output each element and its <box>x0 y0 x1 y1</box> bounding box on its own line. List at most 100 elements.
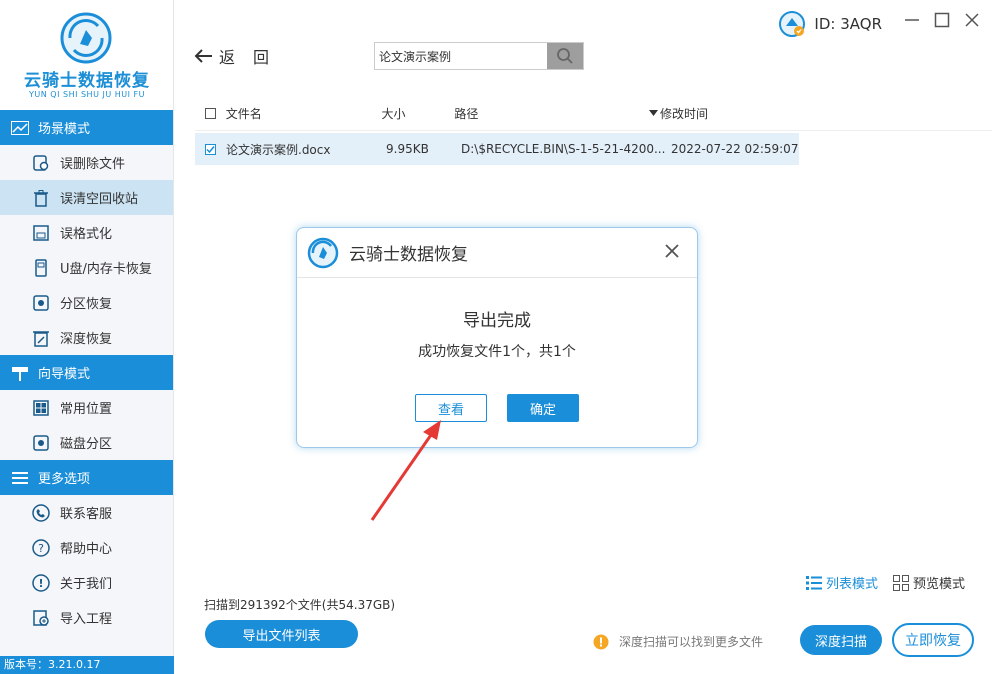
section-title: 更多选项 <box>38 472 91 487</box>
sidebar-item-label: 深度恢复 <box>60 332 113 347</box>
sidebar-item-support[interactable]: 联系客服 <box>0 495 173 530</box>
sidebar-item-label: 分区恢复 <box>60 297 113 312</box>
app-logo-icon <box>60 12 112 64</box>
header-path[interactable]: 路径 <box>454 105 649 122</box>
menu-icon <box>10 470 30 486</box>
header-time: 修改时间 <box>660 106 709 121</box>
warning-icon <box>593 634 609 649</box>
sidebar-item-help[interactable]: ? 帮助中心 <box>0 530 173 565</box>
hard-disk-icon <box>32 294 50 312</box>
close-icon[interactable] <box>964 12 980 28</box>
export-complete-dialog: 云骑士数据恢复 导出完成 成功恢复文件1个，共1个 查看 确定 <box>296 227 698 448</box>
grid-view-icon <box>893 574 909 591</box>
row-size: 9.95KB <box>386 142 429 156</box>
sidebar-item-about[interactable]: ! 关于我们 <box>0 565 173 600</box>
arrow-left-icon <box>194 49 212 63</box>
header-size[interactable]: 大小 <box>381 105 454 122</box>
section-more-options: 更多选项 <box>0 460 173 495</box>
back-button[interactable]: 返回 <box>193 44 287 68</box>
info-icon: ! <box>32 573 50 592</box>
dialog-message-detail: 成功恢复文件1个，共1个 <box>418 344 576 360</box>
header-name[interactable]: 文件名 <box>226 105 382 122</box>
maximize-icon[interactable] <box>934 12 950 28</box>
minimize-icon[interactable] <box>904 12 920 28</box>
disk-format-icon <box>32 224 50 242</box>
svg-text:?: ? <box>38 542 44 555</box>
header-time-sort[interactable]: 修改时间 <box>649 105 795 122</box>
signpost-icon <box>10 365 30 381</box>
preview-mode-label: 预览模式 <box>913 577 966 592</box>
list-view-icon <box>806 575 822 590</box>
sidebar-item-usb[interactable]: U盘/内存卡恢复 <box>0 250 173 285</box>
sort-down-icon <box>649 110 659 116</box>
dialog-header: 云骑士数据恢复 <box>297 228 697 278</box>
sidebar-item-label: 误删除文件 <box>60 157 126 172</box>
sidebar-item-label: U盘/内存卡恢复 <box>60 262 152 277</box>
close-icon[interactable] <box>663 242 681 260</box>
windows-icon <box>32 399 50 417</box>
sidebar-item-label: 常用位置 <box>60 402 113 417</box>
dialog-message-title: 导出完成 <box>463 311 531 331</box>
scan-summary: 扫描到291392个文件(共54.37GB) <box>204 598 396 612</box>
sidebar-item-deleted-files[interactable]: 误删除文件 <box>0 145 173 180</box>
sidebar-item-disk-partition[interactable]: 磁盘分区 <box>0 425 173 460</box>
row-time: 2022-07-22 02:59:07 <box>671 142 799 156</box>
sidebar-item-label: 误格式化 <box>60 227 113 242</box>
section-title: 场景模式 <box>38 122 91 137</box>
deep-scan-button[interactable]: 深度扫描 <box>800 625 882 655</box>
sidebar-item-partition[interactable]: 分区恢复 <box>0 285 173 320</box>
list-mode-label: 列表模式 <box>826 577 879 592</box>
search-input[interactable] <box>375 43 547 69</box>
usb-drive-icon <box>32 258 50 277</box>
view-button[interactable]: 查看 <box>415 394 487 422</box>
sidebar-item-label: 误清空回收站 <box>60 192 139 207</box>
sidebar-item-import[interactable]: 导入工程 <box>0 600 173 635</box>
sidebar-item-label: 磁盘分区 <box>60 437 113 452</box>
section-wizard-mode: 向导模式 <box>0 355 173 390</box>
recover-now-button[interactable]: 立即恢复 <box>892 623 974 657</box>
user-info[interactable]: ID: 3AQR <box>778 10 882 38</box>
dialog-buttons: 查看 确定 <box>297 394 697 422</box>
select-all-checkbox[interactable] <box>205 107 216 119</box>
table-row[interactable]: 论文演示案例.docx 9.95KB D:\$RECYCLE.BIN\S-1-5… <box>195 133 799 165</box>
sidebar-item-label: 关于我们 <box>60 577 113 592</box>
file-search-icon <box>32 154 50 172</box>
hint-text: 深度扫描可以找到更多文件 <box>619 635 764 649</box>
row-checkbox[interactable] <box>205 143 216 155</box>
app-subtitle: YUN QI SHI SHU JU HUI FU <box>29 90 145 99</box>
export-file-list-button[interactable]: 导出文件列表 <box>205 620 358 648</box>
preview-mode-toggle[interactable]: 预览模式 <box>893 573 965 592</box>
app-logo-icon <box>307 237 339 268</box>
sidebar-item-deep-recovery[interactable]: 深度恢复 <box>0 320 173 355</box>
chart-icon <box>10 120 30 136</box>
row-name: 论文演示案例.docx <box>226 142 331 157</box>
sidebar: 云骑士数据恢复 YUN QI SHI SHU JU HUI FU 场景模式 误删… <box>0 0 174 674</box>
dialog-title: 云骑士数据恢复 <box>349 245 468 265</box>
logo-area: 云骑士数据恢复 YUN QI SHI SHU JU HUI FU <box>0 0 173 110</box>
list-mode-toggle[interactable]: 列表模式 <box>806 573 878 592</box>
row-path: D:\$RECYCLE.BIN\S-1-5-21-4200... <box>461 142 666 156</box>
sidebar-item-format[interactable]: 误格式化 <box>0 215 173 250</box>
sidebar-item-recycle-bin[interactable]: 误清空回收站 <box>0 180 173 215</box>
deep-recover-icon <box>32 329 50 347</box>
app-title: 云骑士数据恢复 <box>24 71 150 91</box>
hard-disk-icon <box>32 434 50 452</box>
sidebar-item-common-locations[interactable]: 常用位置 <box>0 390 173 425</box>
import-icon <box>32 609 50 627</box>
sidebar-item-label: 联系客服 <box>60 507 113 522</box>
search-icon <box>557 48 573 64</box>
checkmark-icon <box>206 145 215 153</box>
question-icon: ? <box>32 538 50 557</box>
header-divider <box>195 130 992 131</box>
window-controls <box>904 12 980 28</box>
user-id: ID: 3AQR <box>814 15 882 33</box>
back-label: 返回 <box>219 48 288 67</box>
section-title: 向导模式 <box>38 367 91 382</box>
section-scene-mode: 场景模式 <box>0 110 173 145</box>
search-box <box>374 42 584 70</box>
table-header: 文件名 大小 路径 修改时间 <box>195 98 992 131</box>
search-button[interactable] <box>547 43 583 69</box>
phone-icon <box>32 503 50 522</box>
ok-button[interactable]: 确定 <box>507 394 579 422</box>
sidebar-item-label: 导入工程 <box>60 612 113 627</box>
